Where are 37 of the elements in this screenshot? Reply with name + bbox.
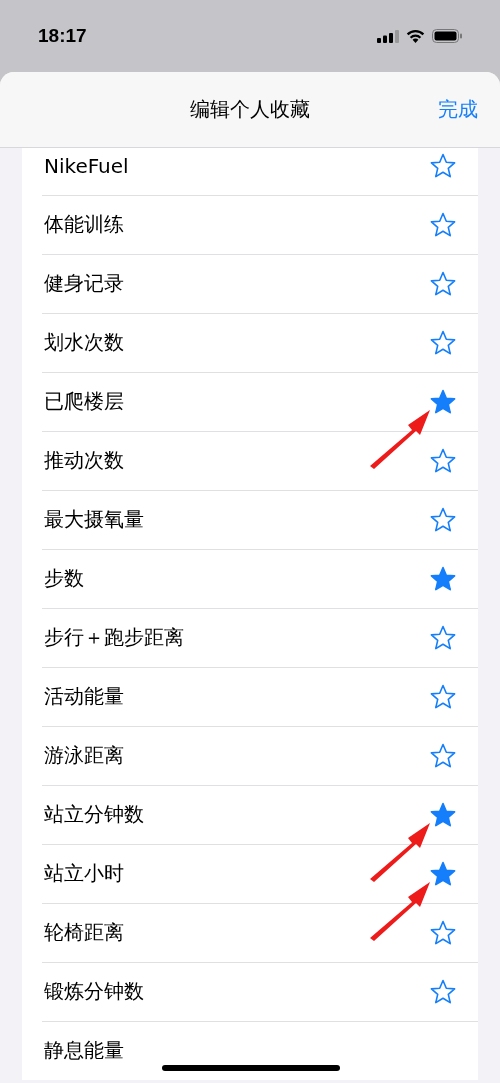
sheet-title: 编辑个人收藏 — [190, 96, 310, 123]
star-icon[interactable] — [430, 919, 456, 946]
star-icon[interactable] — [430, 978, 456, 1005]
row-label: 站立分钟数 — [44, 801, 144, 828]
row-label: 活动能量 — [44, 683, 124, 710]
row-label: 锻炼分钟数 — [44, 978, 144, 1005]
row-label: 游泳距离 — [44, 742, 124, 769]
done-button[interactable]: 完成 — [438, 96, 478, 123]
star-icon[interactable] — [430, 152, 456, 179]
row-label: 健身记录 — [44, 270, 124, 297]
row-label: 步行＋跑步距离 — [44, 624, 184, 651]
star-icon[interactable] — [430, 329, 456, 356]
signal-icon — [377, 29, 399, 43]
star-icon[interactable] — [430, 742, 456, 769]
star-icon[interactable] — [430, 860, 456, 887]
star-icon[interactable] — [430, 801, 456, 828]
star-icon[interactable] — [430, 388, 456, 415]
star-icon[interactable] — [430, 270, 456, 297]
row-label: 最大摄氧量 — [44, 506, 144, 533]
row-label: 轮椅距离 — [44, 919, 124, 946]
battery-icon — [432, 29, 462, 43]
star-icon[interactable] — [430, 211, 456, 238]
row-label: 站立小时 — [44, 860, 124, 887]
row-label: 已爬楼层 — [44, 388, 124, 415]
row-label: 步数 — [44, 565, 84, 592]
row-label: 推动次数 — [44, 447, 124, 474]
star-icon[interactable] — [430, 565, 456, 592]
row-label: 体能训练 — [44, 211, 124, 238]
star-icon[interactable] — [430, 683, 456, 710]
star-icon[interactable] — [430, 624, 456, 651]
status-time: 18:17 — [38, 25, 87, 47]
star-icon[interactable] — [430, 447, 456, 474]
row-label: NikeFuel — [44, 153, 129, 178]
star-icon[interactable] — [430, 506, 456, 533]
wifi-icon — [406, 29, 425, 43]
row-label: 静息能量 — [44, 1037, 124, 1064]
row-label: 划水次数 — [44, 329, 124, 356]
